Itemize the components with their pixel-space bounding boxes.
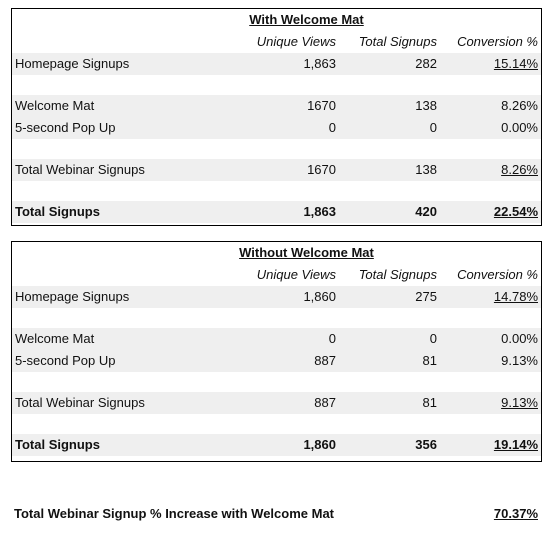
table-row: Welcome Mat 0 0 0.00% — [12, 328, 541, 350]
total-signups-cell: 81 — [422, 353, 437, 368]
table-title: With Welcome Mat — [249, 12, 364, 27]
table-row: Total Webinar Signups 887 81 9.13% — [12, 392, 541, 414]
conversion-cell: 15.14% — [493, 56, 538, 71]
unique-views-cell: 1,863 — [303, 204, 336, 219]
header-unique-views: Unique Views — [256, 34, 336, 49]
spacer-row — [12, 75, 541, 95]
header-total-signups: Total Signups — [358, 267, 437, 282]
unique-views-cell: 0 — [328, 331, 336, 346]
unique-views-cell: 0 — [328, 120, 336, 135]
conversion-cell: 19.14% — [493, 437, 538, 452]
row-label: Welcome Mat — [15, 331, 95, 346]
row-label: Total Signups — [15, 204, 100, 219]
unique-views-cell: 1670 — [307, 98, 336, 113]
conversion-cell: 9.13% — [501, 395, 538, 410]
unique-views-cell: 1,860 — [303, 289, 336, 304]
conversion-cell: 0.00% — [501, 120, 538, 135]
unique-views-cell: 887 — [314, 353, 336, 368]
row-label: 5-second Pop Up — [15, 353, 116, 368]
conversion-cell: 8.26% — [501, 162, 538, 177]
spacer-row — [12, 139, 541, 159]
summary-value: 70.37% — [493, 506, 538, 521]
row-label: Total Signups — [15, 437, 100, 452]
header-total-signups: Total Signups — [358, 34, 437, 49]
spacer-row — [12, 414, 541, 434]
total-signups-cell: 275 — [415, 289, 437, 304]
table-row: Total Webinar Signups 1670 138 8.26% — [12, 159, 541, 181]
total-signups-cell: 138 — [415, 162, 437, 177]
header-conversion: Conversion % — [457, 34, 538, 49]
conversion-cell: 8.26% — [501, 98, 538, 113]
unique-views-cell: 1,863 — [303, 56, 336, 71]
row-label: Homepage Signups — [15, 289, 130, 304]
total-signups-cell: 282 — [415, 56, 437, 71]
total-signups-cell: 81 — [422, 395, 437, 410]
spacer-row — [12, 181, 541, 201]
total-signups-cell: 420 — [415, 204, 437, 219]
header-row: Unique Views Total Signups Conversion % — [12, 264, 541, 286]
table-title-row: With Welcome Mat — [12, 9, 541, 31]
table-title: Without Welcome Mat — [239, 245, 374, 260]
table-row: Homepage Signups 1,860 275 14.78% — [12, 286, 541, 308]
row-label: Total Webinar Signups — [15, 395, 145, 410]
total-row: Total Signups 1,860 356 19.14% — [12, 434, 541, 456]
summary-label: Total Webinar Signup % Increase with Wel… — [14, 506, 335, 521]
with-welcome-mat-table: With Welcome Mat Unique Views Total Sign… — [11, 8, 542, 226]
conversion-cell: 22.54% — [493, 204, 538, 219]
summary-row: Total Webinar Signup % Increase with Wel… — [14, 503, 538, 525]
total-signups-cell: 356 — [415, 437, 437, 452]
without-welcome-mat-table: Without Welcome Mat Unique Views Total S… — [11, 241, 542, 462]
conversion-cell: 0.00% — [501, 331, 538, 346]
total-row: Total Signups 1,863 420 22.54% — [12, 201, 541, 223]
table-title-row: Without Welcome Mat — [12, 242, 541, 264]
table-row: Welcome Mat 1670 138 8.26% — [12, 95, 541, 117]
unique-views-cell: 1,860 — [303, 437, 336, 452]
header-conversion: Conversion % — [457, 267, 538, 282]
table-row: 5-second Pop Up 887 81 9.13% — [12, 350, 541, 372]
row-label: Homepage Signups — [15, 56, 130, 71]
table-row: 5-second Pop Up 0 0 0.00% — [12, 117, 541, 139]
table-row: Homepage Signups 1,863 282 15.14% — [12, 53, 541, 75]
total-signups-cell: 138 — [415, 98, 437, 113]
spacer-row — [12, 308, 541, 328]
row-label: 5-second Pop Up — [15, 120, 116, 135]
unique-views-cell: 1670 — [307, 162, 336, 177]
header-unique-views: Unique Views — [256, 267, 336, 282]
unique-views-cell: 887 — [314, 395, 336, 410]
total-signups-cell: 0 — [429, 331, 437, 346]
row-label: Welcome Mat — [15, 98, 95, 113]
conversion-cell: 9.13% — [501, 353, 538, 368]
spacer-row — [12, 372, 541, 392]
row-label: Total Webinar Signups — [15, 162, 145, 177]
total-signups-cell: 0 — [429, 120, 437, 135]
header-row: Unique Views Total Signups Conversion % — [12, 31, 541, 53]
conversion-cell: 14.78% — [493, 289, 538, 304]
